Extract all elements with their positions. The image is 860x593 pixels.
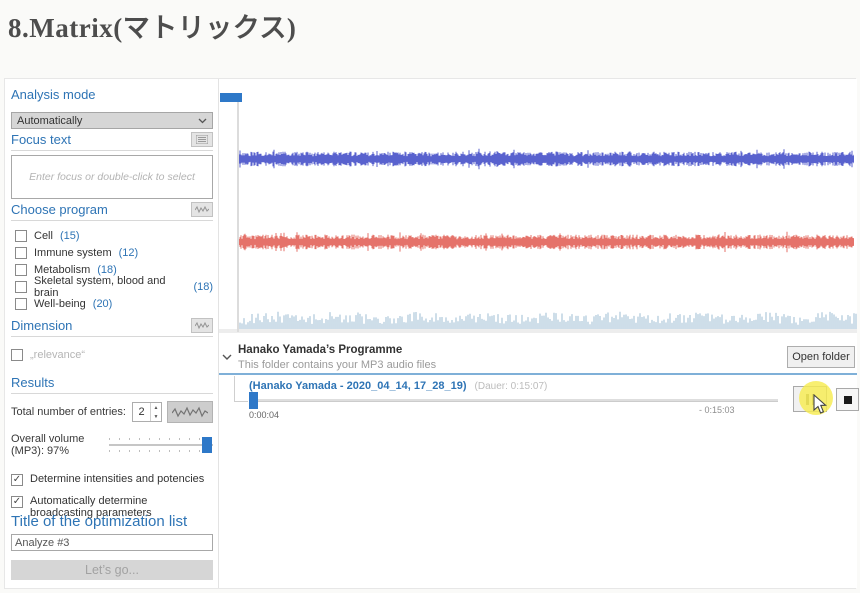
waveform-icon — [172, 405, 208, 419]
spinner-up-button[interactable]: ▲ — [151, 403, 161, 412]
analysis-mode-heading: Analysis mode — [11, 87, 213, 105]
waveform-panel: Hanako Yamada’s Programme This folder co… — [219, 79, 857, 588]
pause-button[interactable] — [793, 386, 827, 412]
waveform-baseline — [219, 329, 857, 333]
remaining-time: - 0:15:03 — [699, 405, 735, 415]
results-waveform-button[interactable] — [167, 401, 213, 423]
waveform-icon — [195, 205, 209, 214]
program-item-skeletal[interactable]: Skeletal system, blood and brain (18) — [15, 278, 213, 295]
checkbox[interactable] — [11, 349, 23, 361]
checkbox[interactable] — [15, 298, 27, 310]
folder-subtitle: This folder contains your MP3 audio file… — [238, 359, 436, 371]
list-icon — [196, 135, 208, 144]
waveform-icon — [195, 321, 209, 330]
program-item-cell[interactable]: Cell (15) — [15, 227, 213, 244]
checkbox[interactable] — [11, 496, 23, 508]
optimization-list-heading: Title of the optimization list — [11, 513, 213, 530]
waveform-red — [238, 230, 854, 254]
stop-icon — [844, 396, 852, 404]
focus-text-input[interactable]: Enter focus or double-click to select — [11, 155, 213, 199]
app-window: Analysis mode Automatically Focus text — [4, 78, 856, 589]
chevron-down-icon — [198, 118, 207, 124]
volume-label: Overall volume (MP3): 97% — [11, 433, 105, 457]
checkbox[interactable] — [11, 474, 23, 486]
scrub-handle[interactable] — [220, 93, 242, 102]
collapse-chevron-icon[interactable] — [222, 347, 232, 365]
lets-go-button[interactable]: Let’s go... — [11, 560, 213, 580]
analysis-mode-value: Automatically — [17, 115, 82, 127]
results-heading: Results — [11, 375, 54, 390]
program-item-immune-system[interactable]: Immune system (12) — [15, 244, 213, 261]
intensities-option[interactable]: Determine intensities and potencies — [11, 473, 213, 486]
analysis-mode-select[interactable]: Automatically — [11, 112, 213, 129]
focus-list-button[interactable] — [191, 132, 213, 147]
track-duration: (Dauer: 0:15:07) — [475, 381, 548, 392]
elapsed-time: 0:00:04 — [249, 410, 279, 420]
checkbox[interactable] — [15, 230, 27, 242]
checkbox[interactable] — [15, 264, 27, 276]
checkbox[interactable] — [15, 247, 27, 259]
waveform-blue — [238, 147, 854, 171]
waveform-bars — [238, 307, 857, 331]
volume-slider-handle[interactable] — [202, 437, 212, 453]
track-title[interactable]: (Hanako Yamada - 2020_04_14, 17_28_19)(D… — [249, 380, 547, 392]
entries-spinner[interactable]: 2 ▲ ▼ — [132, 402, 162, 422]
open-folder-button[interactable]: Open folder — [787, 346, 855, 368]
stop-button[interactable] — [836, 388, 859, 411]
spinner-down-button[interactable]: ▼ — [151, 412, 161, 421]
divider — [219, 373, 857, 375]
program-waveform-button[interactable] — [191, 202, 213, 217]
seek-handle[interactable] — [249, 392, 258, 409]
focus-text-heading: Focus text — [11, 132, 71, 147]
pause-icon — [806, 394, 809, 405]
volume-slider[interactable] — [109, 434, 213, 456]
checkbox[interactable] — [15, 281, 27, 293]
dimension-waveform-button[interactable] — [191, 318, 213, 333]
seek-bar[interactable] — [249, 399, 778, 402]
playhead-line — [237, 95, 239, 332]
folder-title: Hanako Yamada’s Programme — [238, 344, 402, 356]
dimension-heading: Dimension — [11, 318, 72, 333]
entries-label: Total number of entries: — [11, 406, 127, 418]
focus-placeholder: Enter focus or double-click to select — [29, 171, 195, 183]
optimization-title-input[interactable] — [11, 534, 213, 551]
settings-sidebar: Analysis mode Automatically Focus text — [5, 79, 219, 588]
relevance-option[interactable]: „relevance“ — [11, 346, 213, 363]
choose-program-heading: Choose program — [11, 202, 108, 217]
page-title: 8.Matrix(マトリックス) — [8, 6, 296, 45]
